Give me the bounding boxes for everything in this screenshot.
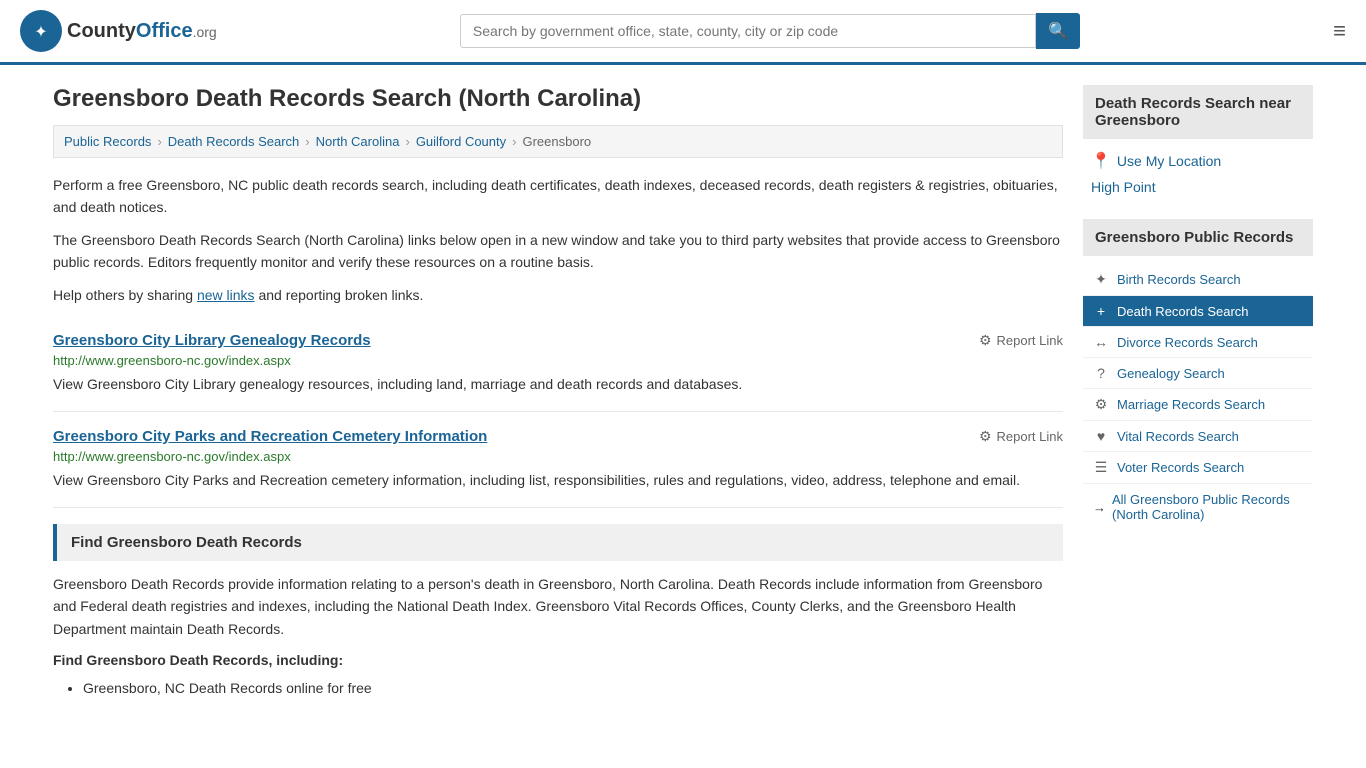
sidebar: Death Records Search near Greensboro 📍 U… xyxy=(1083,85,1313,701)
link-url-2: http://www.greensboro-nc.gov/index.aspx xyxy=(53,449,1063,464)
sidebar-public-records-section: Greensboro Public Records ✦ Birth Record… xyxy=(1083,219,1313,530)
pin-icon: 📍 xyxy=(1091,151,1111,171)
breadcrumb-death-records[interactable]: Death Records Search xyxy=(168,134,300,149)
marriage-records-link[interactable]: Marriage Records Search xyxy=(1117,397,1265,412)
sidebar-item-death-records[interactable]: + Death Records Search xyxy=(1083,296,1313,327)
header: ✦ CountyOffice.org 🔍 ≡ xyxy=(0,0,1366,65)
link-desc-1: View Greensboro City Library genealogy r… xyxy=(53,374,1063,395)
use-location-link[interactable]: Use My Location xyxy=(1117,153,1221,169)
report-link-1[interactable]: ⚙ Report Link xyxy=(979,332,1063,349)
use-my-location[interactable]: 📍 Use My Location xyxy=(1083,147,1313,175)
high-point-link[interactable]: High Point xyxy=(1091,179,1156,195)
sidebar-item-divorce-records[interactable]: ↔ Divorce Records Search xyxy=(1083,327,1313,358)
breadcrumb-sep-4: › xyxy=(512,134,516,149)
intro-para2: The Greensboro Death Records Search (Nor… xyxy=(53,229,1063,274)
section-subheading: Find Greensboro Death Records, including… xyxy=(53,652,1063,668)
main-content: Greensboro Death Records Search (North C… xyxy=(53,85,1063,701)
logo-area: ✦ CountyOffice.org xyxy=(20,10,217,52)
search-icon: 🔍 xyxy=(1048,23,1068,40)
search-bar-container: 🔍 xyxy=(460,13,1080,49)
genealogy-icon: ? xyxy=(1093,365,1109,381)
page-title: Greensboro Death Records Search (North C… xyxy=(53,85,1063,113)
sidebar-public-records-heading: Greensboro Public Records xyxy=(1083,219,1313,256)
vital-records-icon: ♥ xyxy=(1093,428,1109,444)
search-input[interactable] xyxy=(460,14,1036,48)
link-2-anchor[interactable]: Greensboro City Parks and Recreation Cem… xyxy=(53,428,487,445)
report-icon-1: ⚙ xyxy=(979,332,992,349)
link-1-anchor[interactable]: Greensboro City Library Genealogy Record… xyxy=(53,332,371,349)
birth-records-link[interactable]: Birth Records Search xyxy=(1117,272,1241,287)
new-links-link[interactable]: new links xyxy=(197,287,255,303)
vital-records-link[interactable]: Vital Records Search xyxy=(1117,429,1239,444)
sidebar-near-heading: Death Records Search near Greensboro xyxy=(1083,85,1313,139)
breadcrumb-sep-3: › xyxy=(405,134,409,149)
logo-icon: ✦ xyxy=(20,10,62,52)
main-container: Greensboro Death Records Search (North C… xyxy=(33,65,1333,721)
sidebar-link-list: ✦ Birth Records Search + Death Records S… xyxy=(1083,264,1313,484)
sidebar-item-vital-records[interactable]: ♥ Vital Records Search xyxy=(1083,421,1313,452)
sidebar-item-birth-records[interactable]: ✦ Birth Records Search xyxy=(1083,264,1313,296)
all-link-arrow: → xyxy=(1093,500,1106,515)
breadcrumb: Public Records › Death Records Search › … xyxy=(53,125,1063,158)
logo-text: CountyOffice.org xyxy=(67,20,217,43)
breadcrumb-guilford-county[interactable]: Guilford County xyxy=(416,134,506,149)
report-icon-2: ⚙ xyxy=(979,428,992,445)
menu-icon[interactable]: ≡ xyxy=(1333,18,1346,44)
divorce-records-icon: ↔ xyxy=(1093,334,1109,350)
sidebar-item-voter-records[interactable]: ☰ Voter Records Search xyxy=(1083,452,1313,484)
section-para: Greensboro Death Records provide informa… xyxy=(53,573,1063,640)
divorce-records-link[interactable]: Divorce Records Search xyxy=(1117,335,1258,350)
find-records-heading: Find Greensboro Death Records xyxy=(53,524,1063,561)
link-desc-2: View Greensboro City Parks and Recreatio… xyxy=(53,470,1063,491)
intro-para3: Help others by sharing new links and rep… xyxy=(53,284,1063,306)
link-entry-1: Greensboro City Library Genealogy Record… xyxy=(53,316,1063,412)
sidebar-item-genealogy[interactable]: ? Genealogy Search xyxy=(1083,358,1313,389)
link-title-1: Greensboro City Library Genealogy Record… xyxy=(53,332,371,349)
death-records-icon: + xyxy=(1093,303,1109,319)
death-records-link[interactable]: Death Records Search xyxy=(1117,304,1249,319)
svg-text:✦: ✦ xyxy=(34,24,47,41)
voter-records-icon: ☰ xyxy=(1093,459,1109,476)
breadcrumb-public-records[interactable]: Public Records xyxy=(64,134,151,149)
link-entry-2: Greensboro City Parks and Recreation Cem… xyxy=(53,412,1063,508)
marriage-records-icon: ⚙ xyxy=(1093,396,1109,413)
sidebar-all-link[interactable]: → All Greensboro Public Records (North C… xyxy=(1083,484,1313,530)
link-url-1: http://www.greensboro-nc.gov/index.aspx xyxy=(53,353,1063,368)
all-public-records-link[interactable]: All Greensboro Public Records (North Car… xyxy=(1112,492,1303,522)
breadcrumb-greensboro: Greensboro xyxy=(522,134,591,149)
sidebar-near-section: Death Records Search near Greensboro 📍 U… xyxy=(1083,85,1313,199)
voter-records-link[interactable]: Voter Records Search xyxy=(1117,460,1244,475)
genealogy-link[interactable]: Genealogy Search xyxy=(1117,366,1225,381)
breadcrumb-sep-2: › xyxy=(305,134,309,149)
sidebar-item-marriage-records[interactable]: ⚙ Marriage Records Search xyxy=(1083,389,1313,421)
birth-records-icon: ✦ xyxy=(1093,271,1109,288)
link-title-2: Greensboro City Parks and Recreation Cem… xyxy=(53,428,487,445)
breadcrumb-north-carolina[interactable]: North Carolina xyxy=(316,134,400,149)
high-point-location[interactable]: High Point xyxy=(1083,175,1313,199)
breadcrumb-sep-1: › xyxy=(157,134,161,149)
bullet-item-1: Greensboro, NC Death Records online for … xyxy=(83,676,1063,701)
search-button[interactable]: 🔍 xyxy=(1036,13,1080,49)
bullet-list: Greensboro, NC Death Records online for … xyxy=(53,676,1063,701)
report-link-2[interactable]: ⚙ Report Link xyxy=(979,428,1063,445)
intro-para1: Perform a free Greensboro, NC public dea… xyxy=(53,174,1063,219)
